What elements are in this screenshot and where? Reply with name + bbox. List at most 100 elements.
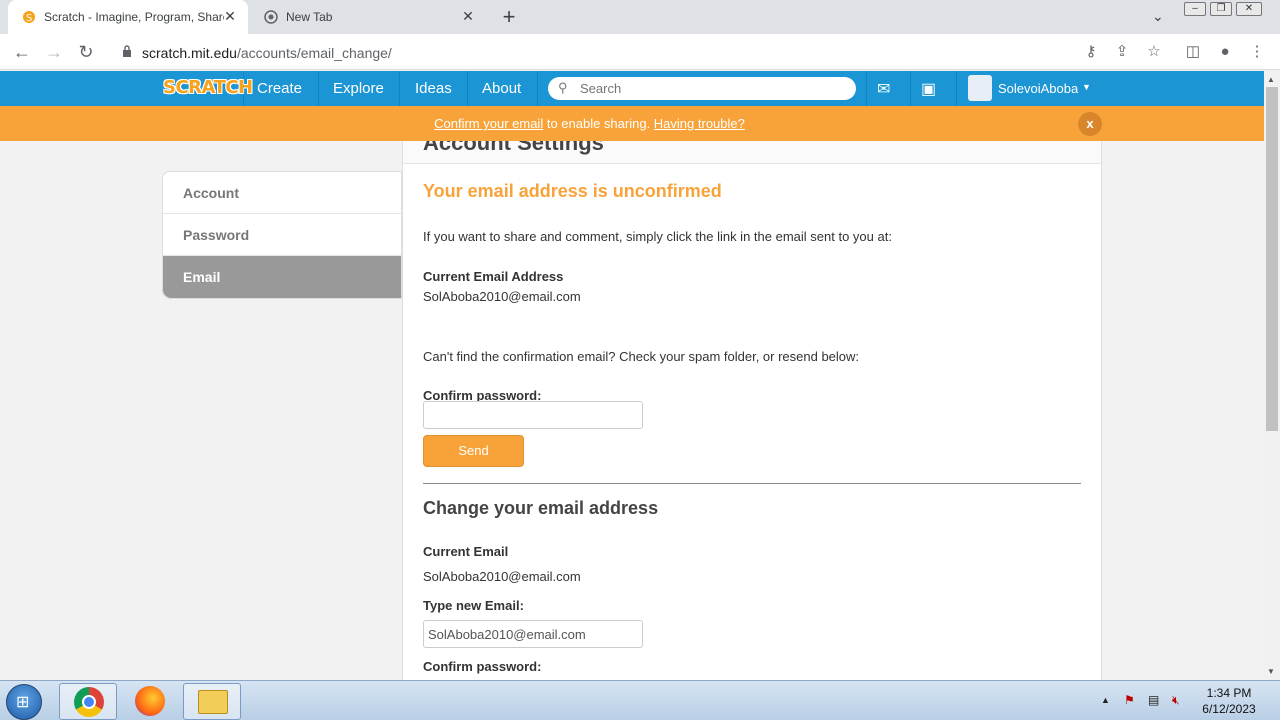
- windows-logo-icon: ⊞: [16, 694, 30, 711]
- minimize-icon[interactable]: –: [1184, 2, 1206, 16]
- taskbar-clock[interactable]: 1:34 PM 6/12/2023: [1196, 685, 1262, 717]
- forward-icon[interactable]: →: [44, 42, 64, 62]
- page-content: Account Password Email Account Settings …: [0, 141, 1264, 680]
- nav-explore[interactable]: Explore: [333, 80, 384, 97]
- username[interactable]: SolevoiAboba: [998, 81, 1078, 96]
- banner-text: to enable sharing.: [543, 116, 654, 131]
- taskbar-explorer[interactable]: [183, 683, 241, 720]
- clock-date: 6/12/2023: [1202, 702, 1256, 716]
- resend-text: Can't find the confirmation email? Check…: [423, 349, 860, 364]
- nav-divider: [866, 71, 867, 106]
- nav-divider: [399, 71, 400, 106]
- address-bar[interactable]: scratch.mit.edu/accounts/email_change/: [110, 38, 1072, 66]
- scratch-favicon-icon: S: [23, 11, 35, 24]
- url-path: /accounts/email_change/: [236, 45, 392, 61]
- tab-search-icon[interactable]: ⌄: [1152, 8, 1164, 25]
- chrome-favicon-icon: [264, 10, 278, 24]
- change-email-heading: Change your email address: [423, 498, 659, 518]
- url-text: scratch.mit.edu/accounts/email_change/: [142, 45, 392, 61]
- sidebar-item-account[interactable]: Account: [163, 172, 401, 214]
- share-icon[interactable]: ⇪: [1113, 43, 1131, 61]
- scroll-down-icon[interactable]: ▼: [1267, 667, 1275, 676]
- new-email-label: Type new Email:: [423, 598, 524, 613]
- send-button[interactable]: Send: [423, 435, 524, 467]
- reload-icon[interactable]: ↻: [76, 42, 96, 62]
- restore-icon[interactable]: ❐: [1210, 2, 1232, 16]
- taskbar-firefox[interactable]: [121, 683, 179, 720]
- confirm-email-link[interactable]: Confirm your email: [434, 116, 543, 131]
- nav-create[interactable]: Create: [257, 80, 302, 97]
- nav-divider: [910, 71, 911, 106]
- close-banner-button[interactable]: x: [1078, 112, 1102, 136]
- windows-taskbar: ⊞ ▲ ⚑ ▤ 🔇︎ 1:34 PM 6/12/2023: [0, 680, 1280, 720]
- avatar[interactable]: [968, 75, 992, 101]
- sidebar-item-password[interactable]: Password: [163, 214, 401, 256]
- search-input[interactable]: [580, 79, 840, 98]
- start-button[interactable]: ⊞: [6, 684, 42, 720]
- intro-text: If you want to share and comment, simply…: [423, 229, 892, 244]
- unconfirmed-warning: Your email address is unconfirmed: [423, 181, 722, 201]
- panel-header: Account Settings: [403, 141, 1101, 164]
- nav-divider: [956, 71, 957, 106]
- current-email-label: Current Email Address: [423, 269, 564, 284]
- my-stuff-icon[interactable]: ▣: [921, 79, 936, 99]
- back-icon[interactable]: ←: [12, 42, 32, 62]
- email-settings-panel: Account Settings Your email address is u…: [402, 141, 1102, 680]
- settings-sidebar: Account Password Email: [162, 171, 402, 299]
- firefox-icon: [135, 686, 165, 716]
- tray-expand-icon[interactable]: ▲: [1101, 695, 1110, 705]
- nav-about[interactable]: About: [482, 80, 521, 97]
- nav-divider: [537, 71, 538, 106]
- close-tab-icon[interactable]: ✕: [222, 8, 238, 24]
- tab-new-tab[interactable]: New Tab ✕: [250, 0, 486, 34]
- section-divider: [423, 483, 1081, 484]
- tab-title: New Tab: [286, 10, 333, 24]
- email-confirm-banner: Confirm your email to enable sharing. Ha…: [0, 106, 1264, 141]
- chrome-icon: [74, 687, 104, 717]
- page-scrollbar[interactable]: ▲ ▼: [1264, 71, 1280, 680]
- nav-ideas[interactable]: Ideas: [415, 80, 452, 97]
- tab-scratch[interactable]: S Scratch - Imagine, Program, Share ✕: [8, 0, 248, 34]
- new-email-field[interactable]: [423, 620, 643, 648]
- nav-divider: [467, 71, 468, 106]
- clock-time: 1:34 PM: [1206, 686, 1252, 700]
- scroll-up-icon[interactable]: ▲: [1267, 75, 1275, 84]
- new-tab-button[interactable]: +: [498, 6, 520, 28]
- page-title: Account Settings: [423, 141, 604, 155]
- menu-icon[interactable]: ⋮: [1248, 43, 1266, 61]
- close-window-icon[interactable]: ✕: [1236, 2, 1262, 16]
- taskbar-chrome[interactable]: [59, 683, 117, 720]
- current-email-label-2: Current Email: [423, 544, 509, 559]
- profile-icon[interactable]: ●: [1216, 43, 1234, 61]
- confirm-password-field[interactable]: [423, 401, 643, 429]
- browser-tabstrip: S Scratch - Imagine, Program, Share ✕ Ne…: [0, 0, 1280, 34]
- nav-divider: [318, 71, 319, 106]
- current-email-value: SolAboba2010@email.com: [423, 289, 581, 304]
- url-host: scratch.mit.edu: [142, 45, 237, 61]
- side-panel-icon[interactable]: ◫: [1184, 43, 1202, 61]
- tab-title: Scratch - Imagine, Program, Share: [44, 10, 224, 24]
- bookmark-star-icon[interactable]: ☆: [1145, 43, 1163, 61]
- chevron-down-icon[interactable]: ▼: [1082, 82, 1091, 92]
- svg-text:S: S: [26, 13, 32, 24]
- banner-message: Confirm your email to enable sharing. Ha…: [0, 116, 1179, 131]
- browser-toolbar: ← → ↻ scratch.mit.edu/accounts/email_cha…: [0, 34, 1280, 70]
- close-tab-icon[interactable]: ✕: [460, 8, 476, 24]
- lock-icon: [123, 45, 131, 57]
- messages-icon[interactable]: ✉: [877, 79, 890, 99]
- scratch-logo[interactable]: SCRATCH: [163, 77, 253, 98]
- current-email-value-2: SolAboba2010@email.com: [423, 569, 581, 584]
- volume-muted-icon[interactable]: 🔇︎: [1172, 693, 1180, 708]
- sidebar-item-email[interactable]: Email: [163, 256, 401, 298]
- search-icon: ⚲: [558, 80, 568, 95]
- key-icon[interactable]: ⚷: [1082, 43, 1100, 61]
- confirm-password-label-2: Confirm password:: [423, 659, 542, 674]
- nav-divider: [243, 71, 244, 106]
- action-center-icon[interactable]: ⚑: [1124, 693, 1135, 707]
- scrollbar-thumb[interactable]: [1266, 87, 1278, 431]
- having-trouble-link[interactable]: Having trouble?: [654, 116, 745, 131]
- folder-icon: [198, 690, 228, 714]
- network-icon[interactable]: ▤: [1148, 693, 1159, 707]
- scratch-navbar: SCRATCH Create Explore Ideas About ⚲ ✉ ▣…: [0, 71, 1264, 106]
- search-box: ⚲: [548, 77, 856, 100]
